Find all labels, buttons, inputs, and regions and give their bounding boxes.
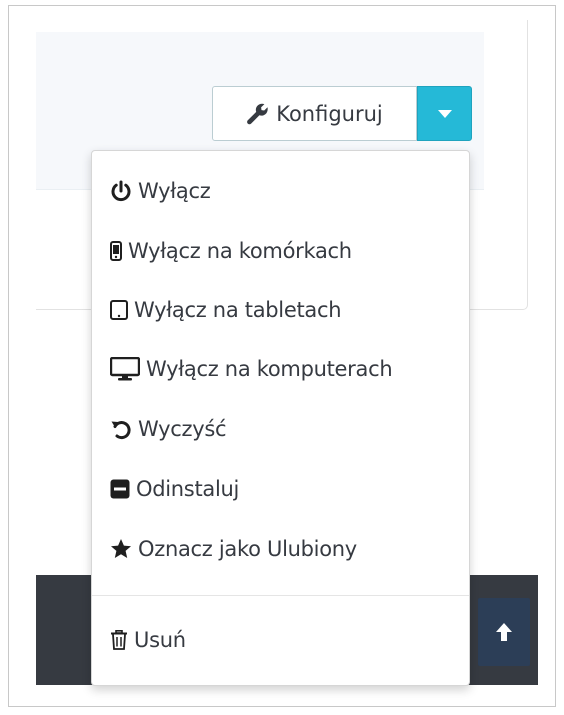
caret-down-icon	[437, 109, 452, 118]
trash-icon	[110, 630, 128, 650]
menu-item-uninstall[interactable]: Odinstaluj	[92, 464, 469, 514]
desktop-icon	[110, 357, 140, 381]
menu-item-favorite[interactable]: Oznacz jako Ulubiony	[92, 524, 469, 574]
menu-item-reset[interactable]: Wyczyść	[92, 404, 469, 454]
actions-dropdown-menu: Wyłącz Wyłącz na komórkach Wyłącz na tab…	[91, 150, 470, 686]
dropdown-toggle-button[interactable]	[417, 86, 472, 141]
power-icon	[110, 180, 132, 202]
configure-button[interactable]: Konfiguruj	[212, 86, 417, 141]
scroll-to-top-button[interactable]	[478, 598, 530, 666]
minus-square-icon	[110, 479, 130, 499]
menu-item-disable[interactable]: Wyłącz	[92, 166, 469, 216]
menu-item-label: Wyczyść	[138, 417, 227, 441]
menu-item-label: Wyłącz na tabletach	[134, 298, 342, 322]
star-icon	[110, 538, 132, 560]
menu-item-disable-tablet[interactable]: Wyłącz na tabletach	[92, 285, 469, 335]
configure-button-label: Konfiguruj	[276, 101, 383, 126]
menu-item-delete[interactable]: Usuń	[92, 615, 469, 665]
menu-item-label: Odinstaluj	[136, 477, 240, 501]
menu-divider	[92, 595, 469, 596]
menu-item-label: Wyłącz na komórkach	[128, 239, 352, 263]
menu-item-disable-mobile[interactable]: Wyłącz na komórkach	[92, 226, 469, 276]
menu-item-label: Oznacz jako Ulubiony	[138, 537, 357, 561]
tablet-icon	[110, 300, 128, 320]
wrench-icon	[247, 103, 268, 124]
undo-icon	[110, 418, 132, 440]
menu-item-disable-desktop[interactable]: Wyłącz na komputerach	[92, 344, 469, 394]
menu-item-label: Usuń	[134, 628, 186, 652]
menu-item-label: Wyłącz na komputerach	[146, 357, 393, 381]
arrow-up-icon	[496, 623, 512, 641]
menu-item-label: Wyłącz	[138, 179, 211, 203]
mobile-icon	[110, 241, 122, 261]
